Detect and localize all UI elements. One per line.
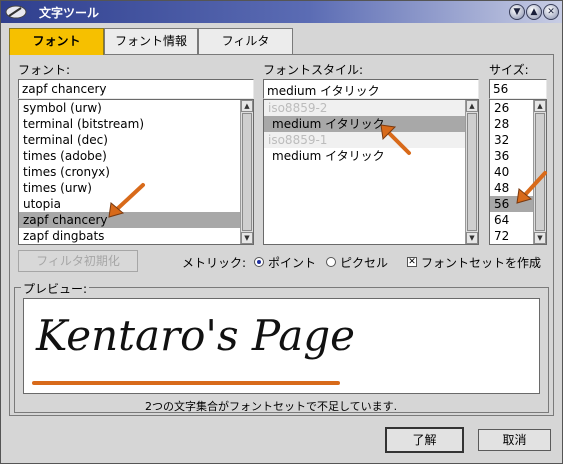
- tab-font-info[interactable]: フォント情報: [104, 28, 198, 55]
- radio-point[interactable]: [254, 257, 264, 267]
- close-icon: ✕: [547, 7, 555, 17]
- style-list-header[interactable]: iso8859-2: [264, 100, 478, 116]
- font-label: フォント:: [18, 63, 71, 77]
- checkmark-icon: ✕: [408, 257, 416, 267]
- title-bar[interactable]: 文字ツール ▼ ▲ ✕: [1, 1, 562, 23]
- size-label: サイズ:: [489, 63, 529, 77]
- tab-filter[interactable]: フィルタ: [198, 28, 293, 55]
- scroll-up-icon[interactable]: ▲: [241, 100, 253, 112]
- radio-pixel-label: ピクセル: [340, 256, 389, 270]
- preview-text: Kentaro's Page: [36, 311, 356, 360]
- scroll-down-icon[interactable]: ▼: [534, 232, 546, 244]
- pen-icon: [5, 5, 27, 19]
- scroll-up-icon[interactable]: ▲: [466, 100, 478, 112]
- status-text: 2つの文字集合がフォントセットで不足しています.: [145, 400, 398, 413]
- scroll-thumb[interactable]: [467, 113, 477, 231]
- fontset-label: フォントセットを作成: [421, 256, 542, 270]
- style-list-item[interactable]: medium イタリック: [264, 148, 478, 164]
- minimize-button[interactable]: ▼: [509, 4, 525, 20]
- tab-font[interactable]: フォント: [9, 28, 104, 55]
- font-list-scrollbar[interactable]: ▲ ▼: [240, 100, 253, 244]
- size-input[interactable]: 56: [489, 79, 547, 99]
- style-list[interactable]: iso8859-2 medium イタリック iso8859-1 medium イタリ…: [263, 99, 479, 245]
- preview-area: Kentaro's Page: [23, 298, 540, 394]
- window-title: 文字ツール: [39, 6, 100, 20]
- radio-pixel[interactable]: [326, 257, 336, 267]
- style-list-scrollbar[interactable]: ▲ ▼: [465, 100, 478, 244]
- scroll-thumb[interactable]: [242, 113, 252, 231]
- chevron-down-icon: ▼: [513, 7, 521, 17]
- font-list-item[interactable]: terminal (bitstream): [19, 116, 253, 132]
- close-button[interactable]: ✕: [543, 4, 559, 20]
- scroll-down-icon[interactable]: ▼: [241, 232, 253, 244]
- font-tab-panel: フォント: zapf chancery symbol (urw) terminal…: [9, 54, 554, 416]
- scroll-up-icon[interactable]: ▲: [534, 100, 546, 112]
- fontset-checkbox[interactable]: ✕: [407, 257, 417, 267]
- font-list-item[interactable]: times (adobe): [19, 148, 253, 164]
- radio-point-label: ポイント: [268, 256, 317, 270]
- font-list-item[interactable]: zapf dingbats: [19, 228, 253, 244]
- metric-label: メトリック:: [182, 256, 247, 270]
- chevron-up-icon: ▲: [530, 7, 538, 17]
- preview-underline: [32, 381, 340, 385]
- preview-frame: プレビュー: Kentaro's Page 2つの文字集合がフォントセットで不足…: [14, 280, 549, 413]
- preview-label: プレビュー:: [21, 280, 90, 297]
- font-list-item[interactable]: terminal (dec): [19, 132, 253, 148]
- annotation-arrow-icon: [380, 124, 411, 155]
- style-list-item[interactable]: medium イタリック: [264, 116, 478, 132]
- style-label: フォントスタイル:: [263, 63, 364, 77]
- cancel-button[interactable]: 取消: [478, 429, 551, 451]
- font-list[interactable]: symbol (urw) terminal (bitstream) terminal…: [18, 99, 254, 245]
- font-list-item[interactable]: symbol (urw): [19, 100, 253, 116]
- font-tool-window: 文字ツール ▼ ▲ ✕ フォント フォント情報 フィルタ フォント: zapf …: [0, 0, 563, 464]
- annotation-arrow-icon: [108, 183, 145, 218]
- font-list-item[interactable]: times (cronyx): [19, 164, 253, 180]
- scroll-down-icon[interactable]: ▼: [466, 232, 478, 244]
- annotation-arrow-icon: [516, 171, 547, 204]
- ok-button[interactable]: 了解: [385, 427, 464, 453]
- maximize-button[interactable]: ▲: [526, 4, 542, 20]
- font-name-input[interactable]: zapf chancery: [18, 79, 254, 99]
- style-list-header[interactable]: iso8859-1: [264, 132, 478, 148]
- reset-filter-button[interactable]: フィルタ初期化: [18, 250, 138, 272]
- font-style-input[interactable]: medium イタリック: [263, 79, 479, 99]
